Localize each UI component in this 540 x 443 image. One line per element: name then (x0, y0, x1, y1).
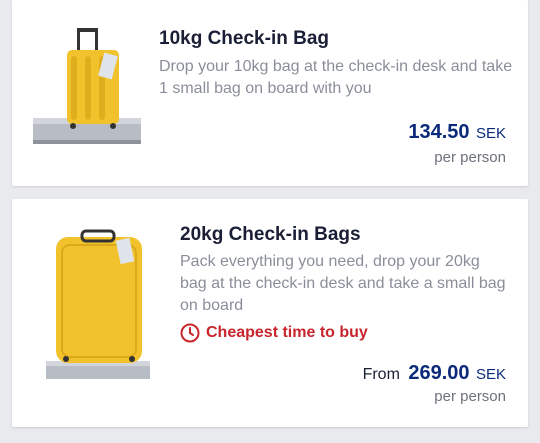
bag-option-20kg[interactable]: 20kg Check-in Bags Pack everything you n… (12, 199, 528, 427)
price-currency: SEK (475, 366, 506, 383)
option-description: Pack everything you need, drop your 20kg… (180, 253, 506, 314)
clock-icon (180, 323, 200, 343)
option-title: 20kg Check-in Bags (180, 224, 361, 245)
option-description: Drop your 10kg bag at the check-in desk … (159, 58, 513, 97)
price-amount: 134.50 (408, 121, 470, 143)
price-currency: SEK (475, 125, 506, 142)
price: From 269.00 SEK (363, 362, 506, 385)
per-person-label: per person (434, 388, 506, 405)
per-person-label: per person (434, 149, 506, 166)
soft-suitcase-icon (46, 229, 150, 379)
option-title: 10kg Check-in Bag (159, 28, 329, 49)
price: 134.50 SEK (408, 121, 506, 144)
cheapest-time-badge: Cheapest time to buy (180, 323, 368, 343)
price-amount: 269.00 (408, 362, 470, 384)
bag-option-10kg[interactable]: 10kg Check-in Bag Drop your 10kg bag at … (12, 0, 528, 186)
price-prefix: From (362, 366, 400, 383)
badge-label: Cheapest time to buy (206, 324, 368, 341)
hard-suitcase-icon (33, 28, 141, 144)
